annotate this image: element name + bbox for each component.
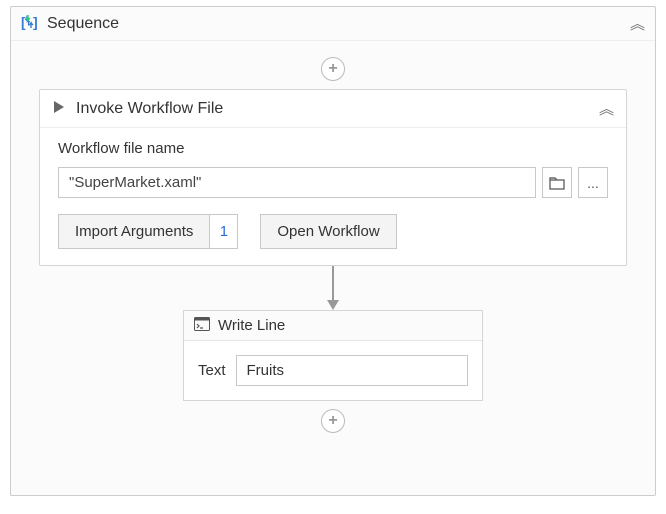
- import-arguments-group: Import Arguments 1: [58, 214, 238, 249]
- invoke-button-row: Import Arguments 1 Open Workflow: [58, 214, 608, 249]
- invoke-workflow-body: Workflow file name ... Impo: [40, 128, 626, 265]
- open-workflow-button[interactable]: Open Workflow: [260, 214, 396, 249]
- browse-folder-button[interactable]: [542, 167, 572, 198]
- sequence-title: Sequence: [47, 15, 622, 33]
- write-line-card[interactable]: Write Line Text: [183, 310, 483, 401]
- svg-text:]: ]: [33, 14, 38, 30]
- workflow-file-label: Workflow file name: [58, 140, 608, 157]
- text-label: Text: [198, 362, 226, 379]
- connector-arrow: [323, 266, 343, 310]
- import-arguments-button[interactable]: Import Arguments: [58, 214, 210, 249]
- add-activity-bottom-button[interactable]: +: [321, 409, 345, 433]
- write-line-header: Write Line: [184, 311, 482, 341]
- terminal-icon: [194, 317, 210, 334]
- add-activity-top-button[interactable]: +: [321, 57, 345, 81]
- sequence-body: + Invoke Workflow File ︽ Workflow file n…: [11, 41, 655, 495]
- invoke-workflow-header: Invoke Workflow File ︽: [40, 90, 626, 128]
- invoke-workflow-card[interactable]: Invoke Workflow File ︽ Workflow file nam…: [39, 89, 627, 266]
- sequence-icon: [ ]: [21, 13, 39, 34]
- workflow-file-input[interactable]: [58, 167, 536, 198]
- collapse-icon[interactable]: ︽: [599, 98, 614, 119]
- invoke-workflow-title: Invoke Workflow File: [76, 100, 589, 118]
- play-icon: [52, 100, 66, 117]
- write-line-title: Write Line: [218, 317, 285, 334]
- svg-text:[: [: [21, 14, 26, 30]
- write-line-body: Text: [184, 341, 482, 400]
- argument-count: 1: [210, 214, 238, 249]
- workflow-file-row: ...: [58, 167, 608, 198]
- write-line-text-input[interactable]: [236, 355, 468, 386]
- sequence-container: [ ] Sequence ︽ + Invoke Workflow File ︽ …: [10, 6, 656, 496]
- more-options-button[interactable]: ...: [578, 167, 608, 198]
- sequence-header[interactable]: [ ] Sequence ︽: [11, 7, 655, 41]
- collapse-icon[interactable]: ︽: [630, 13, 645, 34]
- ellipsis-icon: ...: [587, 175, 599, 191]
